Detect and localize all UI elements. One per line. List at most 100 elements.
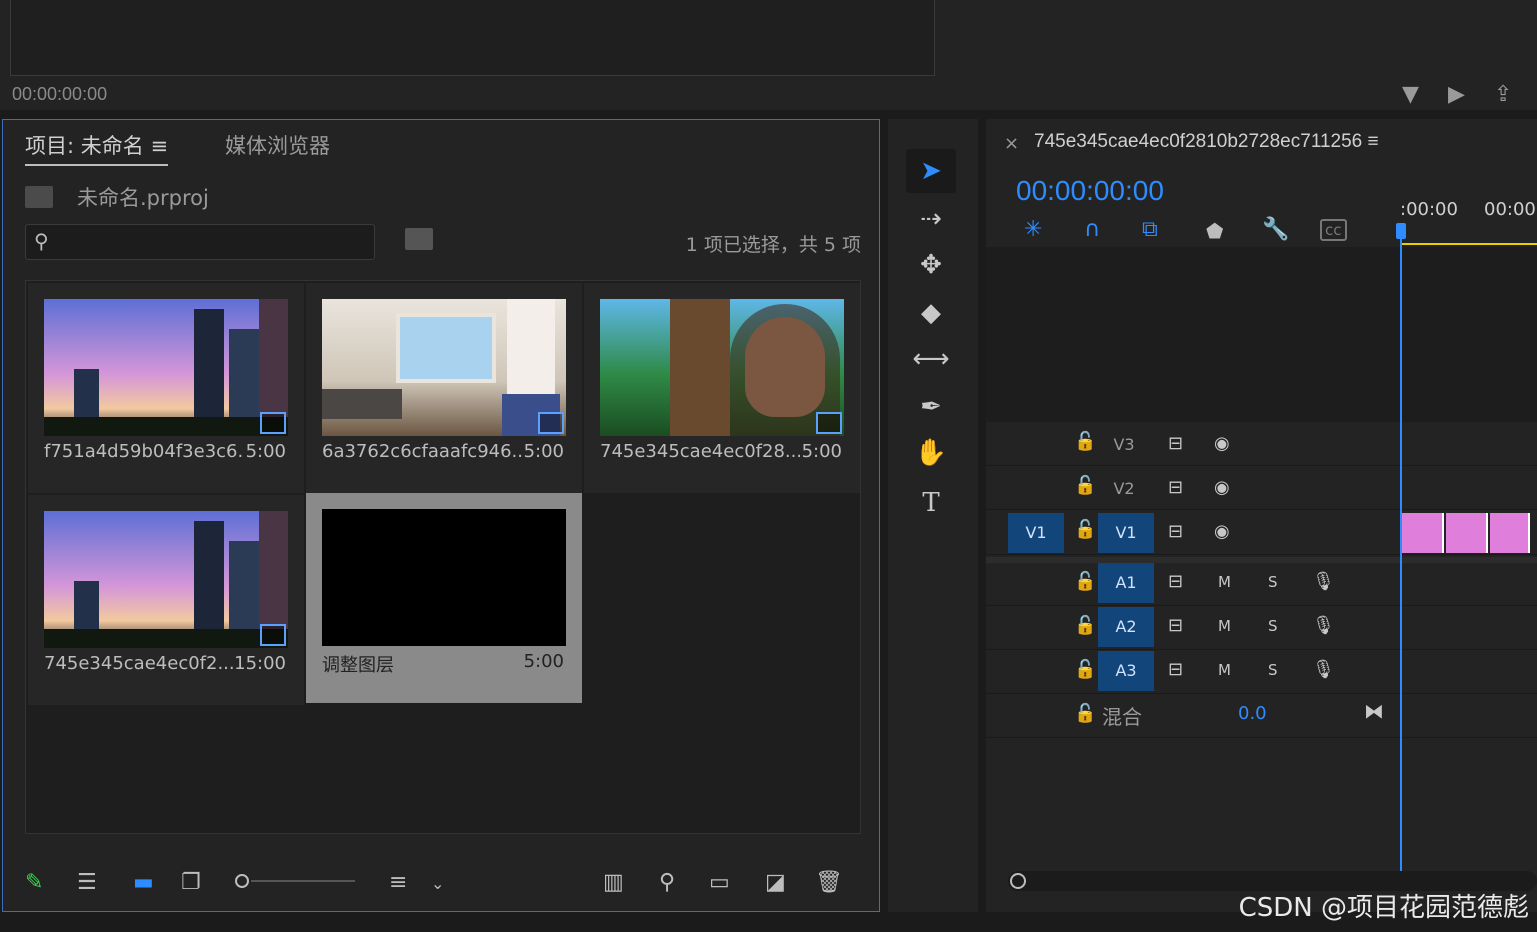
lock-icon[interactable]: 🔓	[1074, 615, 1096, 636]
eye-icon[interactable]: ◉	[1214, 477, 1230, 498]
item-name: f751a4d59b04f3e3c6...	[44, 441, 244, 462]
hand-tool-icon[interactable]: ✋	[906, 431, 956, 475]
snap-icon[interactable]: ∩	[1084, 217, 1100, 242]
panel-menu-icon[interactable]: ≡	[150, 134, 168, 158]
type-tool-icon[interactable]: T	[906, 481, 956, 525]
microphone-icon[interactable]: 🎙	[1312, 659, 1335, 680]
new-item-icon[interactable]: ◪	[765, 870, 786, 895]
track-label[interactable]: A1	[1098, 563, 1154, 603]
track-label[interactable]: A2	[1098, 607, 1154, 647]
bin-item[interactable]: f751a4d59b04f3e3c6... 5:00	[28, 283, 304, 493]
clip[interactable]	[1490, 513, 1530, 553]
chevron-down-icon[interactable]: ⌄	[431, 874, 444, 893]
trash-icon[interactable]: 🗑	[815, 870, 843, 895]
time-ruler[interactable]	[1400, 231, 1537, 245]
captions-icon[interactable]: cc	[1320, 219, 1347, 241]
bin-item[interactable]: 6a3762c6cfaaafc946... 5:00	[306, 283, 582, 493]
lock-icon[interactable]: 🔓	[1074, 659, 1096, 680]
tab-media-browser[interactable]: 媒体浏览器	[225, 130, 330, 160]
video-badge-icon	[538, 412, 564, 434]
thumbnail-city	[44, 511, 288, 648]
microphone-icon[interactable]: 🎙	[1312, 615, 1335, 636]
zoom-slider-handle[interactable]	[235, 874, 249, 888]
source-patch-v1[interactable]: V1	[1008, 513, 1064, 553]
list-view-icon[interactable]: ☰	[77, 870, 97, 895]
track-label[interactable]: V2	[1096, 469, 1152, 509]
nest-toggle-icon[interactable]: ✳	[1024, 217, 1042, 242]
new-bin-icon[interactable]: ▭	[709, 870, 730, 895]
video-tracks-empty	[986, 247, 1537, 422]
sort-icon[interactable]: ≡	[389, 870, 407, 895]
close-icon[interactable]: ×	[1004, 133, 1019, 154]
zoom-slider[interactable]	[235, 874, 355, 888]
item-name: 745e345cae4ec0f2...	[44, 653, 235, 674]
automate-to-sequence-icon[interactable]: ▥	[603, 870, 624, 895]
track-select-tool-icon[interactable]: ⇢	[906, 197, 956, 241]
audio-insert-icon[interactable]: ▶	[1448, 82, 1465, 107]
playhead-line	[1400, 229, 1402, 874]
export-icon[interactable]: ⇪	[1494, 82, 1512, 107]
sync-lock-icon[interactable]: ⊟	[1168, 615, 1183, 636]
write-protect-icon[interactable]: ✎	[25, 870, 43, 895]
sequence-tab[interactable]: 745e345cae4ec0f2810b2728ec711256 ≡	[1034, 131, 1379, 153]
mix-collapse-icon[interactable]: ⧓	[1364, 699, 1384, 723]
lock-icon[interactable]: 🔓	[1074, 703, 1096, 724]
track-label[interactable]: A3	[1098, 651, 1154, 691]
track-label[interactable]: V1	[1098, 513, 1154, 553]
selection-tool-icon[interactable]: ➤	[906, 149, 956, 193]
ripple-edit-tool-icon[interactable]: ✥	[906, 243, 956, 287]
tab-project[interactable]: 项目: 未命名 ≡	[25, 130, 169, 166]
solo-button[interactable]: S	[1268, 617, 1278, 635]
mute-button[interactable]: M	[1218, 661, 1231, 679]
folder-up-icon[interactable]	[25, 186, 53, 208]
mute-button[interactable]: M	[1218, 573, 1231, 591]
lock-icon[interactable]: 🔓	[1074, 475, 1096, 496]
solo-button[interactable]: S	[1268, 573, 1278, 591]
filter-icon[interactable]: ▼	[1402, 82, 1419, 107]
video-badge-icon	[260, 412, 286, 434]
search-input[interactable]: ⚲	[25, 224, 375, 260]
microphone-icon[interactable]: 🎙	[1312, 571, 1335, 592]
track-v3: 🔓 V3 ⊟ ◉	[986, 423, 1537, 466]
mute-button[interactable]: M	[1218, 617, 1231, 635]
solo-button[interactable]: S	[1268, 661, 1278, 679]
item-duration: 5:00	[523, 651, 564, 672]
timeline-panel: × 745e345cae4ec0f2810b2728ec711256 ≡ 00:…	[986, 119, 1537, 912]
lock-icon[interactable]: 🔓	[1074, 571, 1096, 592]
clip[interactable]	[1446, 513, 1488, 553]
item-name: 6a3762c6cfaaafc946...	[322, 441, 522, 462]
sync-lock-icon[interactable]: ⊟	[1168, 477, 1183, 498]
selection-status: 1 项已选择，共 5 项	[685, 234, 861, 256]
bin-item[interactable]: 745e345cae4ec0f28... 5:00	[584, 283, 860, 493]
sync-lock-icon[interactable]: ⊟	[1168, 659, 1183, 680]
find-icon[interactable]: ⚲	[659, 870, 675, 895]
pen-tool-icon[interactable]: ✒	[906, 385, 956, 429]
lock-icon[interactable]: 🔓	[1074, 431, 1096, 452]
monitor-screen	[10, 0, 935, 76]
add-marker-icon[interactable]: ⬟	[1206, 219, 1223, 243]
scroll-handle[interactable]	[1010, 873, 1026, 889]
monitor-timecode[interactable]: 00:00:00:00	[12, 84, 107, 105]
settings-wrench-icon[interactable]: 🔧	[1262, 217, 1289, 242]
linked-selection-icon[interactable]: ⧉	[1142, 217, 1158, 242]
sync-lock-icon[interactable]: ⊟	[1168, 521, 1183, 542]
razor-tool-icon[interactable]: ◆	[906, 291, 956, 335]
bin-item[interactable]: 745e345cae4ec0f2... 15:00	[28, 495, 304, 705]
freeform-view-icon[interactable]: ❐	[181, 870, 201, 895]
find-in-bin-icon[interactable]	[405, 228, 433, 250]
eye-icon[interactable]: ◉	[1214, 521, 1230, 542]
ruler-label: 00:00	[1484, 199, 1536, 220]
panel-menu-icon[interactable]: ≡	[1368, 131, 1379, 152]
clip[interactable]	[1402, 513, 1444, 553]
slip-tool-icon[interactable]: ⟷	[906, 337, 956, 381]
icon-view-icon[interactable]: ▬	[133, 870, 154, 895]
lock-icon[interactable]: 🔓	[1074, 519, 1096, 540]
item-name: 745e345cae4ec0f28...	[600, 441, 800, 462]
track-label[interactable]: V3	[1096, 425, 1152, 465]
sync-lock-icon[interactable]: ⊟	[1168, 571, 1183, 592]
mix-value[interactable]: 0.0	[1238, 703, 1267, 724]
bin-item-selected[interactable]: 调整图层 5:00	[306, 493, 582, 703]
eye-icon[interactable]: ◉	[1214, 433, 1230, 454]
timeline-timecode[interactable]: 00:00:00:00	[1016, 175, 1164, 207]
sync-lock-icon[interactable]: ⊟	[1168, 433, 1183, 454]
